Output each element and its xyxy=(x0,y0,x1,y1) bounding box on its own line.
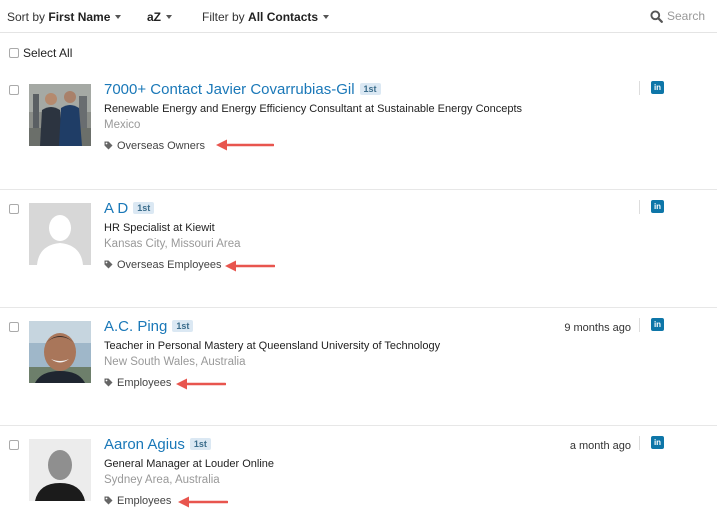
contact-tag[interactable]: Employees xyxy=(104,495,171,507)
contact-name[interactable]: A.C. Ping 1st xyxy=(104,318,194,335)
contact-row: A.C. Ping 1st Teacher in Personal Mastery… xyxy=(0,308,717,426)
avatar[interactable] xyxy=(29,439,91,501)
contact-tag-label: Overseas Owners xyxy=(117,140,206,152)
contact-location: New South Wales, Australia xyxy=(104,356,246,368)
contact-checkbox[interactable] xyxy=(9,322,19,332)
contact-headline: General Manager at Louder Online xyxy=(104,458,274,470)
contact-name[interactable]: A D 1st xyxy=(104,200,155,217)
toolbar: Sort by First Name aZ Filter by All Cont… xyxy=(0,0,717,33)
tag-icon xyxy=(104,141,113,150)
sort-prefix: Sort by xyxy=(7,10,46,24)
search-icon xyxy=(650,10,663,23)
contact-tag-label: Overseas Employees xyxy=(117,259,222,271)
order-value: aZ xyxy=(147,10,162,24)
search-placeholder: Search xyxy=(666,9,705,23)
tag-icon xyxy=(104,496,113,505)
divider xyxy=(639,81,640,95)
degree-badge: 1st xyxy=(189,438,211,450)
sort-dropdown[interactable]: Sort by First Name xyxy=(7,10,122,24)
avatar[interactable] xyxy=(29,321,91,383)
linkedin-icon[interactable]: in xyxy=(651,81,664,94)
contact-headline: HR Specialist at Kiewit xyxy=(104,222,215,234)
contact-tag[interactable]: Overseas Employees xyxy=(104,259,222,271)
contact-headline: Renewable Energy and Energy Efficiency C… xyxy=(104,103,523,115)
contact-row: 7000+ Contact Javier Covarrubias-Gil 1st … xyxy=(0,71,717,190)
chevron-down-icon xyxy=(166,15,173,19)
contact-tag[interactable]: Overseas Owners xyxy=(104,140,205,152)
contact-tag-label: Employees xyxy=(117,495,172,507)
tag-icon xyxy=(104,260,113,269)
chevron-down-icon xyxy=(323,15,330,19)
contact-name-text: A.C. Ping xyxy=(104,318,168,335)
sort-value: First Name xyxy=(48,10,111,24)
search-box[interactable]: Search xyxy=(650,9,705,23)
filter-prefix: Filter by xyxy=(202,10,245,24)
contact-row: Aaron Agius 1st General Manager at Louder… xyxy=(0,426,717,511)
avatar[interactable] xyxy=(29,84,91,146)
arrow-icon xyxy=(225,260,275,272)
divider xyxy=(639,436,640,450)
order-dropdown[interactable]: aZ xyxy=(147,10,173,24)
contact-time: a month ago xyxy=(569,440,631,452)
chevron-down-icon xyxy=(115,15,122,19)
tag-icon xyxy=(104,378,113,387)
contact-name-text: Aaron Agius xyxy=(104,436,185,453)
linkedin-icon[interactable]: in xyxy=(651,436,664,449)
contact-checkbox[interactable] xyxy=(9,85,19,95)
degree-badge: 1st xyxy=(172,320,194,332)
divider xyxy=(639,318,640,332)
contact-name[interactable]: Aaron Agius 1st xyxy=(104,436,211,453)
contact-tag-label: Employees xyxy=(117,377,172,389)
contact-time: 9 months ago xyxy=(564,322,631,334)
select-all[interactable]: Select All xyxy=(9,46,72,60)
degree-badge: 1st xyxy=(359,83,381,95)
contact-row: A D 1st HR Specialist at Kiewit Kansas Ci… xyxy=(0,190,717,308)
contact-checkbox[interactable] xyxy=(9,204,19,214)
contact-tag[interactable]: Employees xyxy=(104,377,171,389)
select-all-label: Select All xyxy=(23,46,73,60)
arrow-icon xyxy=(178,496,228,508)
contact-location: Sydney Area, Australia xyxy=(104,474,220,486)
avatar[interactable] xyxy=(29,203,91,265)
arrow-icon xyxy=(216,139,274,151)
contact-headline: Teacher in Personal Mastery at Queenslan… xyxy=(104,340,441,352)
arrow-icon xyxy=(176,378,226,390)
divider xyxy=(639,200,640,214)
filter-value: All Contacts xyxy=(248,10,319,24)
degree-badge: 1st xyxy=(133,202,155,214)
linkedin-icon[interactable]: in xyxy=(651,318,664,331)
contact-location: Kansas City, Missouri Area xyxy=(104,238,241,250)
contact-name-text: A D xyxy=(104,200,129,217)
filter-dropdown[interactable]: Filter by All Contacts xyxy=(202,10,330,24)
contact-location: Mexico xyxy=(104,119,141,131)
contact-checkbox[interactable] xyxy=(9,440,19,450)
contact-name[interactable]: 7000+ Contact Javier Covarrubias-Gil 1st xyxy=(104,81,381,98)
select-all-checkbox[interactable] xyxy=(9,48,19,58)
contact-name-text: 7000+ Contact Javier Covarrubias-Gil xyxy=(104,81,355,98)
linkedin-icon[interactable]: in xyxy=(651,200,664,213)
